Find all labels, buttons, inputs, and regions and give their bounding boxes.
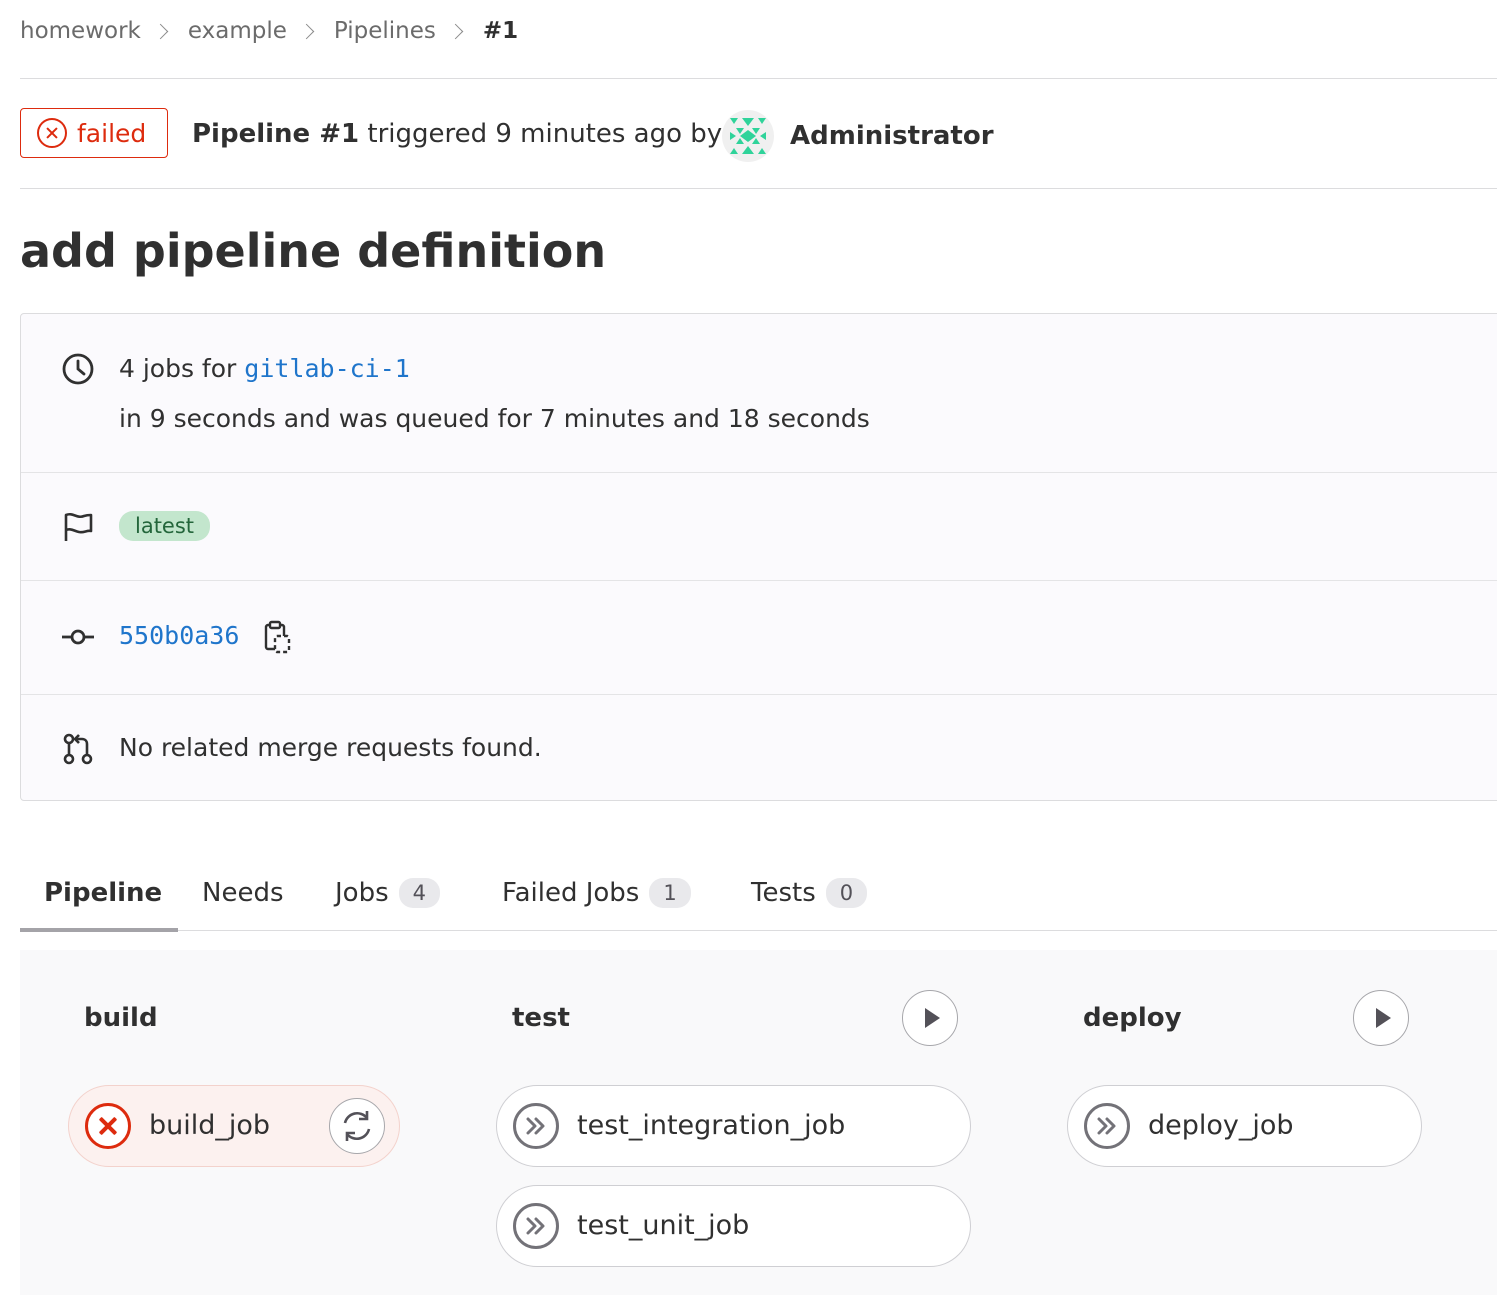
status-label: failed [77,118,147,148]
jobs-count-badge: 4 [398,878,440,908]
commit-title: add pipeline definition [20,224,607,278]
breadcrumb-link-pipelines[interactable]: Pipelines [334,18,436,44]
status-failed-icon [85,1103,131,1149]
commit-sha-link[interactable]: 550b0a36 [119,621,239,650]
pipeline-header-text: Pipeline #1 triggered 9 minutes ago by [192,112,722,156]
copy-clipboard-icon[interactable] [263,620,293,654]
retry-icon [343,1110,370,1141]
job-deploy[interactable]: deploy_job [1067,1085,1422,1167]
job-name: test_unit_job [577,1210,750,1241]
tab-failed-jobs[interactable]: Failed Jobs 1 [502,856,691,930]
job-name: build_job [149,1110,271,1141]
pipeline-label: Pipeline #1 [192,119,360,149]
labels-row: latest [21,472,1497,581]
chevron-right-icon [152,23,169,39]
author-link[interactable]: Administrator [790,114,994,158]
jobs-count-text: 4 jobs for [119,354,237,383]
branch-link[interactable]: gitlab-ci-1 [244,354,410,383]
stage-title-deploy: deploy [1083,1003,1182,1033]
triggered-text: triggered 9 minutes ago by [367,119,723,149]
merge-request-icon [63,733,93,765]
job-test-unit[interactable]: test_unit_job [496,1185,971,1267]
play-stage-deploy-button[interactable] [1353,990,1409,1046]
merge-requests-text: No related merge requests found. [119,733,542,762]
job-test-integration[interactable]: test_integration_job [496,1085,971,1167]
active-tab-indicator [20,928,178,932]
divider [20,188,1497,189]
tab-tests[interactable]: Tests 0 [751,856,868,930]
chevron-right-icon [298,23,315,39]
status-failed-icon [37,118,67,148]
duration-text: in 9 seconds and was queued for 7 minute… [119,404,870,433]
commit-icon [62,629,94,645]
divider [20,78,1497,79]
tests-count-badge: 0 [825,878,868,908]
stage-title-test: test [512,1003,570,1033]
retry-button[interactable] [329,1098,385,1154]
latest-label[interactable]: latest [119,511,211,541]
breadcrumb-link-example[interactable]: example [188,18,287,44]
job-name: deploy_job [1148,1110,1294,1141]
play-stage-test-button[interactable] [902,990,958,1046]
flag-icon [64,513,93,541]
status-skipped-icon [513,1203,559,1249]
pipeline-info-card: 4 jobs for gitlab-ci-1 in 9 seconds and … [20,313,1497,801]
breadcrumb-link-homework[interactable]: homework [20,18,141,44]
chevron-right-icon [447,23,464,39]
pipeline-graph: build build_job test test_integration_jo… [20,950,1497,1295]
stage-title-build: build [84,1003,158,1033]
breadcrumb: homework example Pipelines #1 [20,14,518,48]
jobs-summary-row: 4 jobs for gitlab-ci-1 in 9 seconds and … [21,314,1497,473]
job-build[interactable]: build_job [68,1085,400,1167]
pipeline-tabs: Pipeline Needs Jobs 4 Failed Jobs 1 Test… [20,856,1497,932]
job-name: test_integration_job [577,1110,846,1141]
failed-jobs-count-badge: 1 [649,878,691,908]
clock-icon [62,353,94,385]
tab-pipeline[interactable]: Pipeline [44,856,162,930]
breadcrumb-current[interactable]: #1 [483,18,518,44]
status-skipped-icon [1084,1103,1130,1149]
status-skipped-icon [513,1103,559,1149]
status-badge[interactable]: failed [20,108,168,158]
merge-requests-row: No related merge requests found. [21,694,1497,800]
commit-row: 550b0a36 [21,580,1497,695]
tab-jobs[interactable]: Jobs 4 [335,856,440,930]
avatar[interactable] [722,110,774,162]
tab-needs[interactable]: Needs [202,856,284,930]
